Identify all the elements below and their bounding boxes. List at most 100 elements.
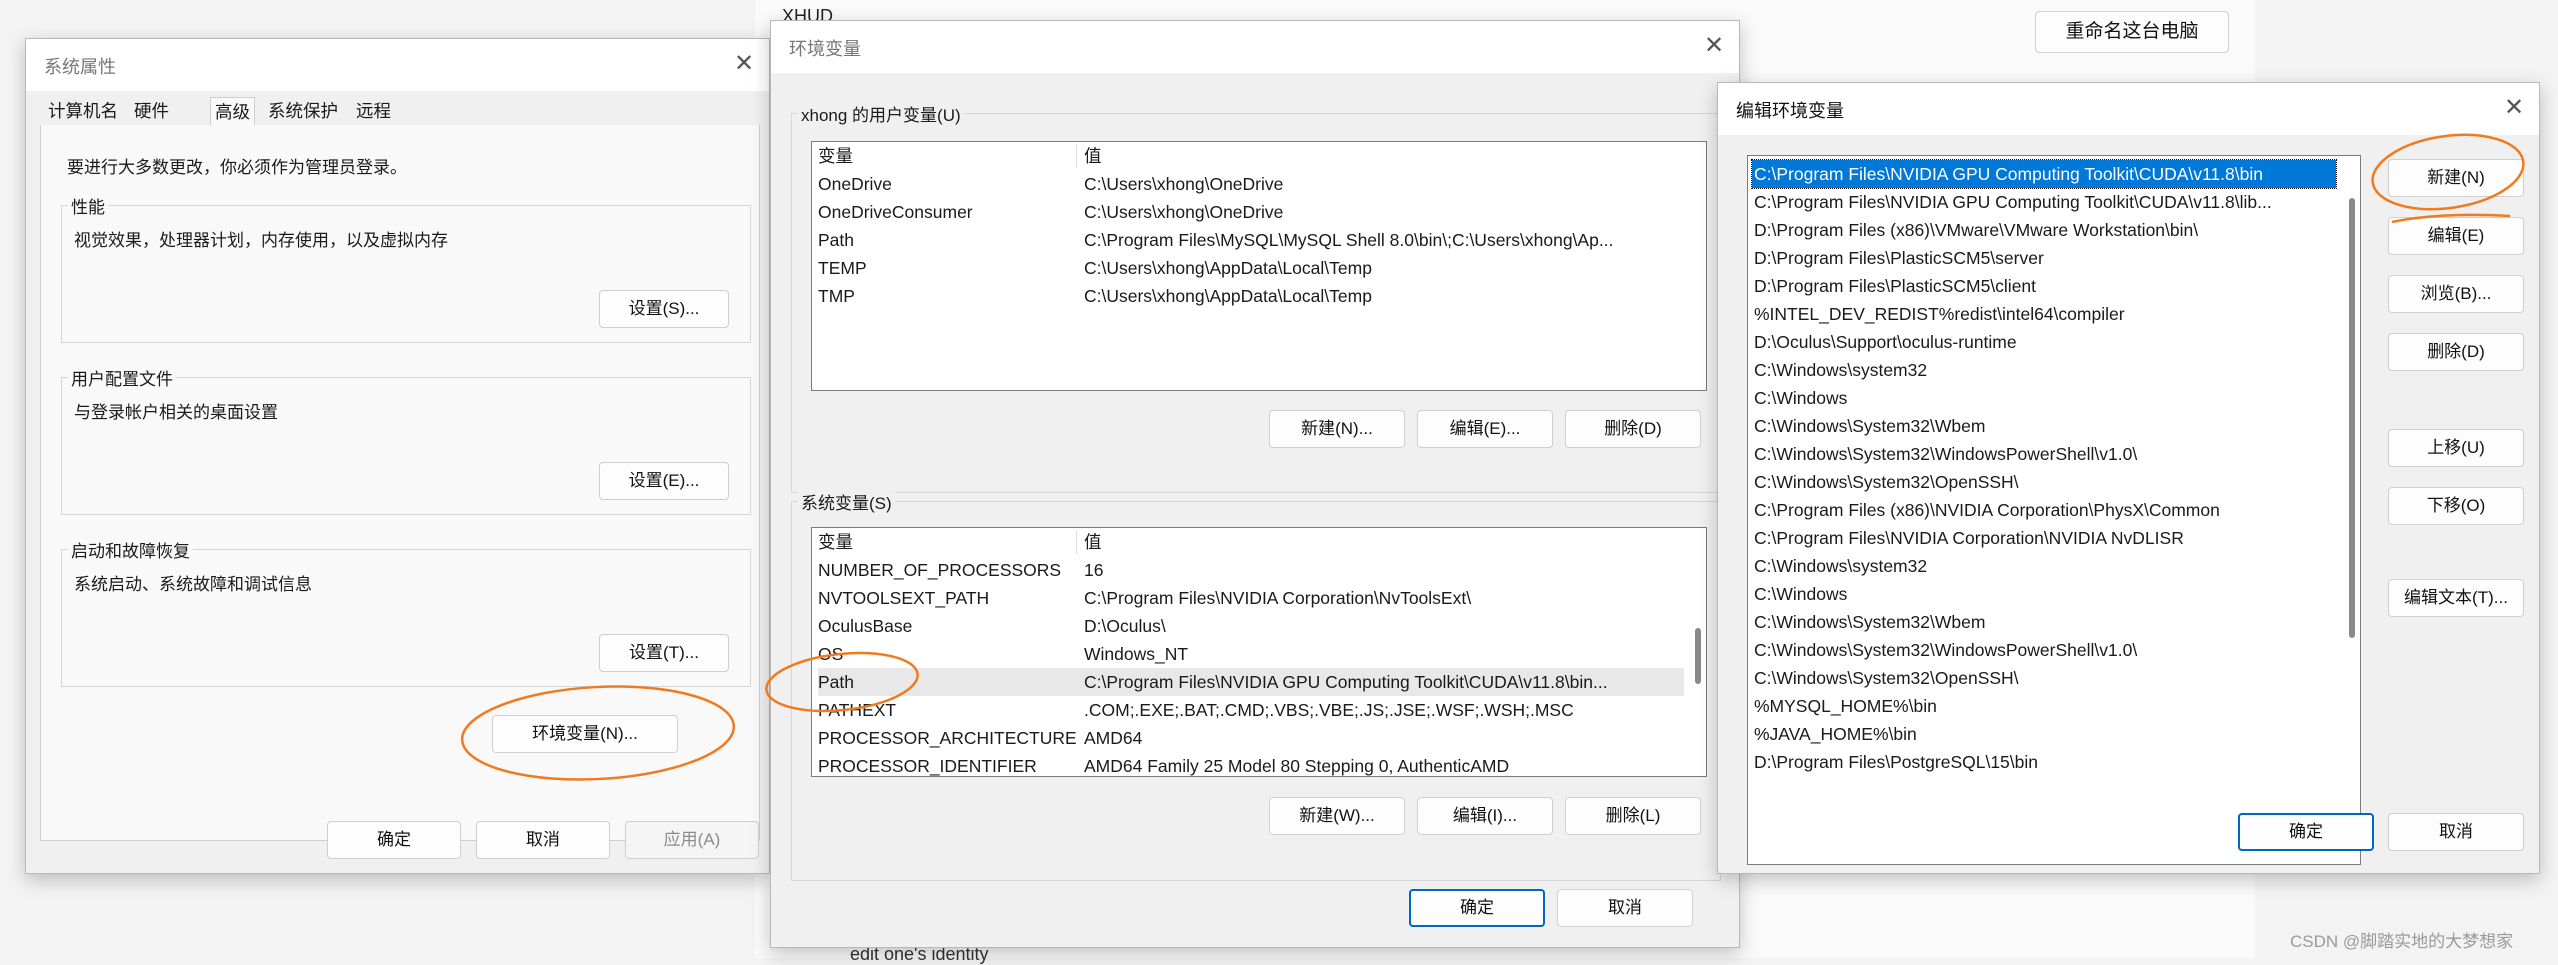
user-var-row[interactable]: OneDrive C:\Users\xhong\OneDrive [818,170,1684,198]
sys-var-row[interactable]: NUMBER_OF_PROCESSORS 16 [818,556,1684,584]
apply-button[interactable]: 应用(A) [625,821,759,859]
environment-variables-dialog: 环境变量 ✕ xhong 的用户变量(U) 变量 值 OneDrive C:\Us… [770,20,1740,948]
delete-button[interactable]: 删除(D) [2388,333,2524,371]
var-name: OculusBase [818,616,913,636]
ok-button[interactable]: 确定 [327,821,461,859]
sys-var-row[interactable]: PROCESSOR_ARCHITECTURE AMD64 [818,724,1684,752]
user-edit-button[interactable]: 编辑(E)... [1417,410,1553,448]
tab-advanced[interactable]: 高级 [210,97,255,126]
user-new-button[interactable]: 新建(N)... [1269,410,1405,448]
scrollbar-thumb[interactable] [1695,628,1701,684]
path-entry[interactable]: C:\Windows\System32\OpenSSH\ [1752,664,2336,692]
path-entry[interactable]: C:\Program Files\NVIDIA Corporation\NVID… [1752,524,2336,552]
user-var-row[interactable]: OneDriveConsumer C:\Users\xhong\OneDrive [818,198,1684,226]
user-profiles-settings-button[interactable]: 设置(E)... [599,462,729,500]
path-entry[interactable]: D:\Program Files\PlasticSCM5\client [1752,272,2336,300]
startup-recovery-group: 启动和故障恢复 系统启动、系统故障和调试信息 设置(T)... [61,537,751,687]
column-header-variable[interactable]: 变量 [818,528,853,556]
sys-var-row[interactable]: PROCESSOR_IDENTIFIER AMD64 Family 25 Mode… [818,752,1684,776]
var-name: Path [818,672,854,692]
edit-text-button[interactable]: 编辑文本(T)... [2388,579,2524,617]
user-delete-button[interactable]: 删除(D) [1565,410,1701,448]
sysprops-title: 系统属性 [44,57,116,77]
system-delete-button[interactable]: 删除(L) [1565,797,1701,835]
ok-button[interactable]: 确定 [1409,889,1545,927]
edit-button[interactable]: 编辑(E) [2388,217,2524,255]
tab-system-protection[interactable]: 系统保护 [264,97,342,125]
sys-var-row[interactable]: OculusBase D:\Oculus\ [818,612,1684,640]
sys-var-row[interactable]: NVTOOLSEXT_PATH C:\Program Files\NVIDIA C… [818,584,1684,612]
rename-pc-button[interactable]: 重命名这台电脑 [2035,11,2229,53]
system-variables-list[interactable]: 变量 值 NUMBER_OF_PROCESSORS 16 NVTOOLSEXT_P… [811,527,1707,777]
cancel-button[interactable]: 取消 [476,821,610,859]
user-variables-label: xhong 的用户变量(U) [798,101,964,126]
path-entry[interactable]: D:\Program Files\PostgreSQL\15\bin [1752,748,2336,776]
user-var-row[interactable]: TMP C:\Users\xhong\AppData\Local\Temp [818,282,1684,310]
column-header-variable[interactable]: 变量 [818,142,853,170]
performance-settings-button[interactable]: 设置(S)... [599,290,729,328]
performance-group: 性能 视觉效果，处理器计划，内存使用，以及虚拟内存 设置(S)... [61,193,751,343]
sys-var-row[interactable]: PATHEXT .COM;.EXE;.BAT;.CMD;.VBS;.VBE;.JS… [818,696,1684,724]
path-entry-selected[interactable]: C:\Program Files\NVIDIA GPU Computing To… [1751,159,2337,189]
move-up-button[interactable]: 上移(U) [2388,429,2524,467]
column-header-value[interactable]: 值 [1084,528,1102,556]
sys-var-row[interactable]: OS Windows_NT [818,640,1684,668]
path-entry[interactable]: C:\Windows\system32 [1752,356,2336,384]
var-value: C:\Program Files\MySQL\MySQL Shell 8.0\b… [1084,230,1614,250]
path-entry[interactable]: C:\Windows\System32\Wbem [1752,412,2336,440]
path-entry[interactable]: %MYSQL_HOME%\bin [1752,692,2336,720]
tab-strip: 计算机名 硬件 高级 系统保护 远程 [40,97,760,126]
path-entries-list[interactable]: C:\Program Files\NVIDIA GPU Computing To… [1747,155,2361,865]
var-value: C:\Users\xhong\AppData\Local\Temp [1084,286,1372,306]
browse-button[interactable]: 浏览(B)... [2388,275,2524,313]
close-icon[interactable]: ✕ [727,47,761,81]
column-header-value[interactable]: 值 [1084,142,1102,170]
cancel-button[interactable]: 取消 [1557,889,1693,927]
var-value: C:\Program Files\NVIDIA GPU Computing To… [1084,672,1608,692]
cancel-button[interactable]: 取消 [2388,813,2524,851]
path-entry[interactable]: C:\Program Files\NVIDIA GPU Computing To… [1752,188,2336,216]
var-value: AMD64 [1084,728,1143,748]
tab-computer-name[interactable]: 计算机名 [44,97,122,125]
path-entry[interactable]: D:\Program Files (x86)\VMware\VMware Wor… [1752,216,2336,244]
path-entry[interactable]: C:\Windows\System32\WindowsPowerShell\v1… [1752,636,2336,664]
path-entry[interactable]: C:\Windows\system32 [1752,552,2336,580]
var-value: 16 [1084,560,1104,580]
user-variables-list[interactable]: 变量 值 OneDrive C:\Users\xhong\OneDrive One… [811,141,1707,391]
path-list-scrollbar[interactable] [2346,158,2358,862]
path-entry[interactable]: %INTEL_DEV_REDIST%redist\intel64\compile… [1752,300,2336,328]
envvars-titlebar: 环境变量 ✕ [771,21,1739,73]
path-entry[interactable]: C:\Windows [1752,580,2336,608]
path-entry[interactable]: C:\Windows\System32\OpenSSH\ [1752,468,2336,496]
var-name: PROCESSOR_IDENTIFIER [818,756,1037,776]
user-var-row[interactable]: TEMP C:\Users\xhong\AppData\Local\Temp [818,254,1684,282]
path-entry[interactable]: D:\Program Files\PlasticSCM5\server [1752,244,2336,272]
path-entry[interactable]: C:\Windows [1752,384,2336,412]
performance-desc: 视觉效果，处理器计划，内存使用，以及虚拟内存 [74,231,448,250]
ok-button[interactable]: 确定 [2238,813,2374,851]
var-name: Path [818,230,854,250]
startup-recovery-desc: 系统启动、系统故障和调试信息 [74,575,312,594]
scrollbar-thumb[interactable] [2349,198,2355,638]
envvars-title: 环境变量 [789,39,861,59]
system-new-button[interactable]: 新建(W)... [1269,797,1405,835]
move-down-button[interactable]: 下移(O) [2388,487,2524,525]
close-icon[interactable]: ✕ [1697,29,1731,63]
sys-vars-scrollbar[interactable] [1692,556,1704,774]
path-entry[interactable]: D:\Oculus\Support\oculus-runtime [1752,328,2336,356]
user-profiles-label: 用户配置文件 [68,365,176,390]
tab-hardware[interactable]: 硬件 [130,97,173,125]
close-icon[interactable]: ✕ [2497,91,2531,125]
path-entry[interactable]: C:\Windows\System32\Wbem [1752,608,2336,636]
startup-recovery-settings-button[interactable]: 设置(T)... [599,634,729,672]
user-var-row[interactable]: Path C:\Program Files\MySQL\MySQL Shell 8… [818,226,1684,254]
new-button[interactable]: 新建(N) [2388,159,2524,197]
path-entry[interactable]: C:\Program Files (x86)\NVIDIA Corporatio… [1752,496,2336,524]
path-entry[interactable]: %JAVA_HOME%\bin [1752,720,2336,748]
path-entry[interactable]: C:\Windows\System32\WindowsPowerShell\v1… [1752,440,2336,468]
environment-variables-button[interactable]: 环境变量(N)... [492,715,678,753]
system-edit-button[interactable]: 编辑(I)... [1417,797,1553,835]
tab-remote[interactable]: 远程 [352,97,395,125]
var-value: C:\Users\xhong\AppData\Local\Temp [1084,258,1372,278]
sys-var-row-selected[interactable]: Path C:\Program Files\NVIDIA GPU Computin… [818,668,1684,696]
